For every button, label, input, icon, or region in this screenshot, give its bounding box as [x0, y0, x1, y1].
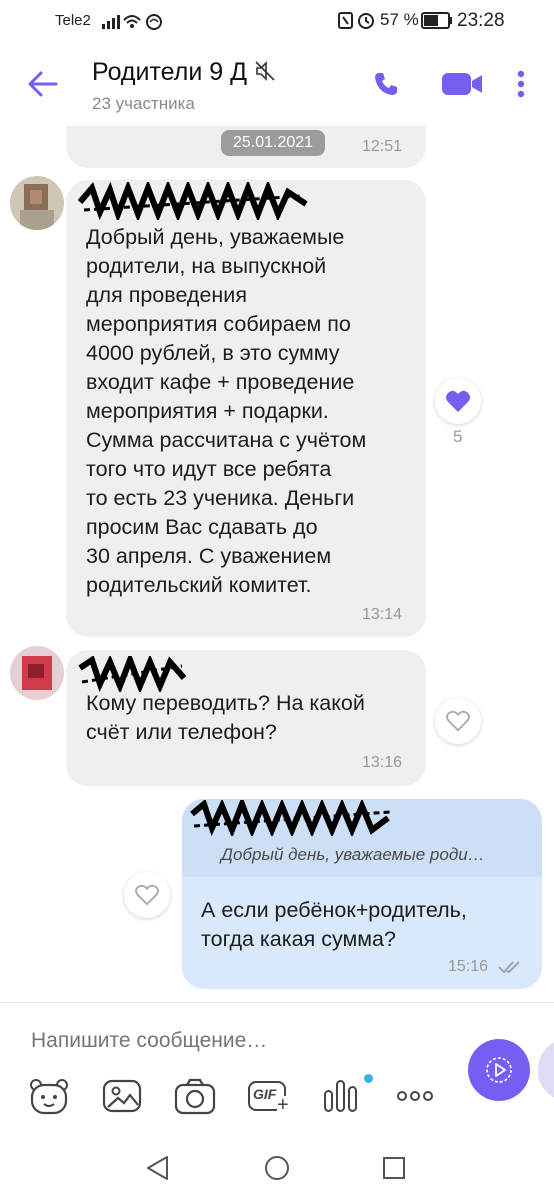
heart-outline-icon — [135, 884, 159, 906]
avatar[interactable] — [10, 646, 64, 700]
battery-percent: 57 % — [380, 10, 419, 29]
gif-label: GIF — [253, 1086, 277, 1102]
hidden-sender-name — [78, 656, 187, 692]
double-check-icon — [498, 961, 520, 974]
camera-icon[interactable] — [174, 1077, 216, 1115]
chat-subtitle: 23 участника — [92, 94, 195, 113]
system-nav-bar — [0, 1130, 554, 1200]
like-button[interactable] — [435, 698, 481, 744]
heart-outline-icon — [446, 710, 470, 732]
heart-filled-icon — [446, 390, 470, 412]
like-count: 5 — [453, 427, 463, 446]
message-time: 13:16 — [362, 754, 403, 771]
signal-wifi-icon — [102, 14, 162, 30]
phone-icon[interactable] — [372, 70, 400, 98]
nav-recents-icon[interactable] — [382, 1156, 406, 1180]
battery-icon — [421, 12, 452, 29]
more-tools-icon[interactable] — [396, 1089, 434, 1103]
message-time: 15:16 — [448, 958, 489, 975]
date-chip: 25.01.2021 — [221, 130, 326, 156]
chat-title-text: Родители 9 Д — [92, 58, 248, 86]
plus-icon: + — [277, 1094, 289, 1116]
chat-title[interactable]: Родители 9 Д — [92, 58, 276, 87]
message-time: 13:14 — [362, 606, 403, 623]
nav-home-icon[interactable] — [264, 1155, 290, 1181]
composer-divider — [0, 1002, 554, 1003]
sticker-icon[interactable] — [28, 1077, 70, 1115]
nfc-alarm-icon — [338, 12, 374, 29]
like-button[interactable] — [435, 378, 481, 424]
muted-icon — [255, 61, 275, 81]
send-button[interactable] — [468, 1039, 530, 1101]
status-bar: Tele2 57 % 23:28 — [0, 0, 554, 44]
poll-icon[interactable] — [322, 1077, 360, 1115]
carrier-label: Tele2 — [55, 12, 91, 29]
message-text: Добрый день, уважаемые родители, на выпу… — [86, 225, 367, 597]
clock: 23:28 — [457, 10, 505, 31]
gallery-icon[interactable] — [102, 1077, 142, 1115]
message-list[interactable]: 25.01.2021 12:51 Добрый день, уважаемые … — [0, 126, 554, 1002]
like-button[interactable] — [124, 872, 170, 918]
gif-button[interactable]: GIF + — [246, 1079, 290, 1115]
more-options-icon[interactable] — [515, 70, 527, 98]
video-call-icon[interactable] — [441, 70, 483, 98]
notification-dot — [364, 1074, 373, 1083]
avatar[interactable] — [10, 176, 64, 230]
message-text: Кому переводить? На какой счёт или телеф… — [86, 691, 365, 744]
nav-back-icon[interactable] — [145, 1155, 171, 1181]
extra-button-edge[interactable] — [538, 1039, 554, 1101]
hidden-sender-name — [78, 182, 308, 220]
play-circle-icon — [486, 1057, 512, 1083]
hidden-quoted-sender — [190, 800, 391, 836]
message-text: А если ребёнок+родитель, тогда какая сум… — [201, 898, 467, 951]
message-input[interactable] — [29, 1022, 453, 1060]
message-time: 12:51 — [362, 138, 403, 155]
back-arrow-icon[interactable] — [28, 70, 58, 98]
quoted-text: Добрый день, уважаемые роди… — [221, 845, 485, 864]
